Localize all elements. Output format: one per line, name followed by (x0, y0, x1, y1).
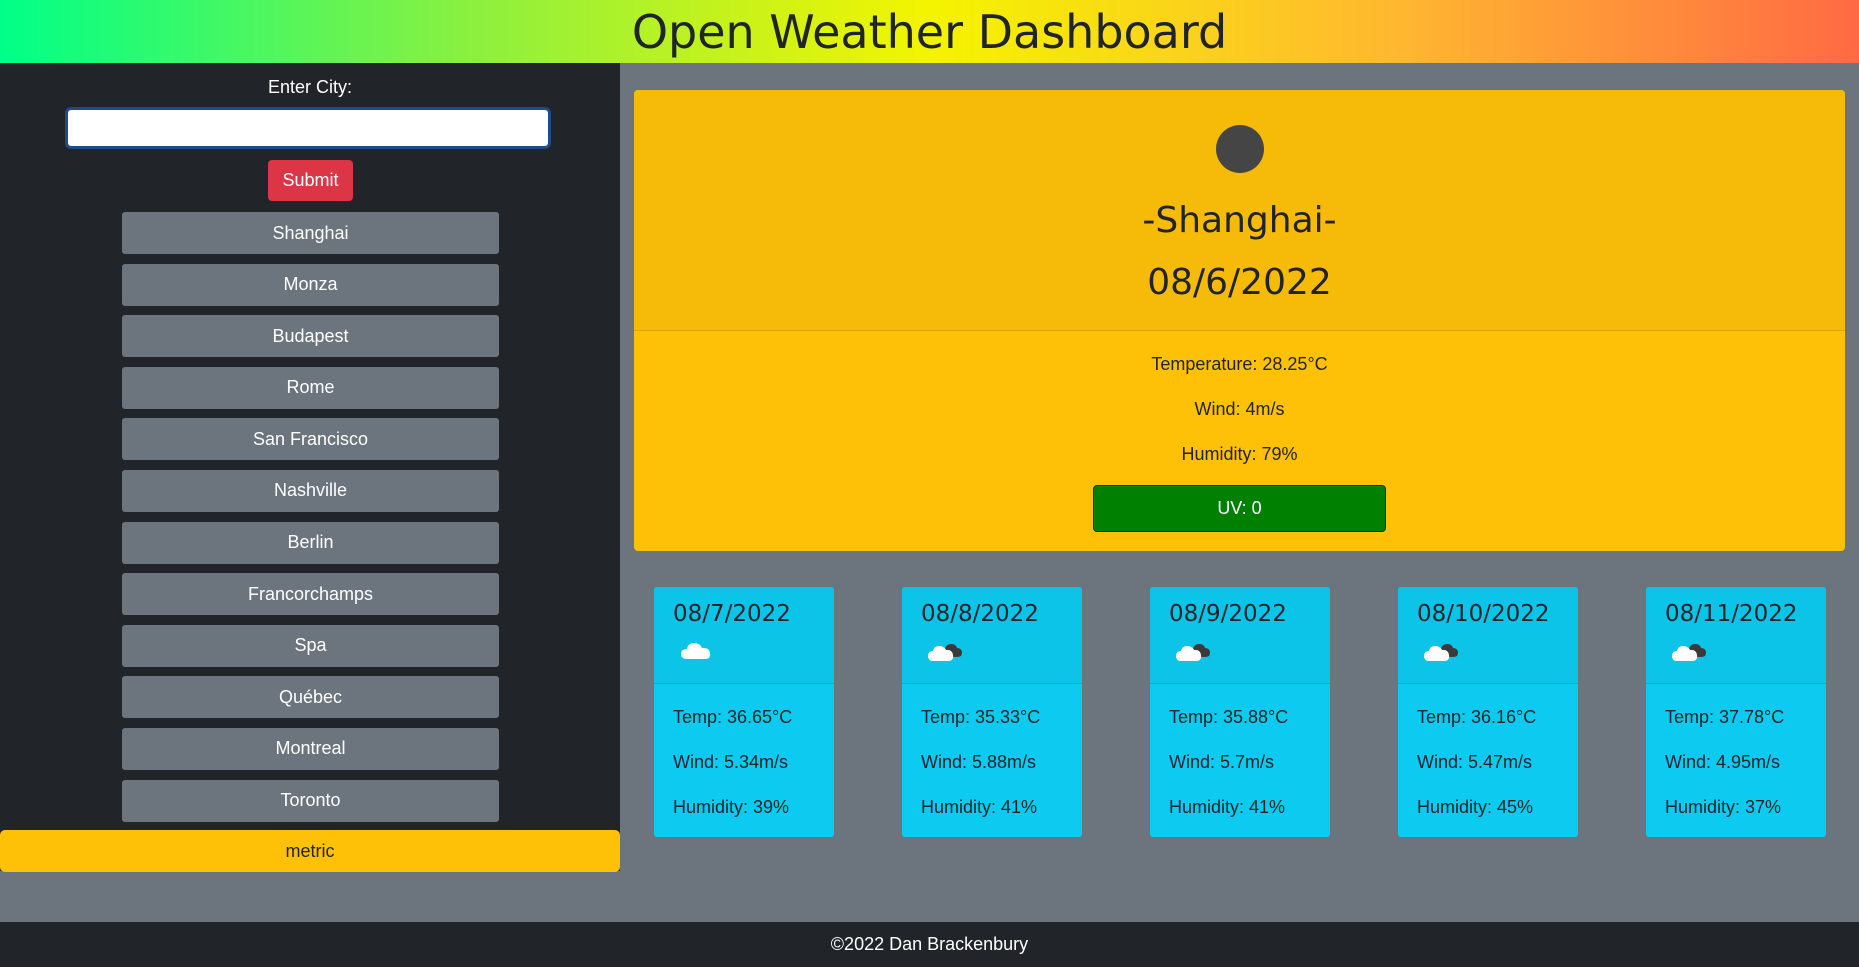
sidebar: Enter City: Submit Shanghai Monza Budape… (0, 63, 620, 872)
forecast-temp: Temp: 35.88°C (1169, 707, 1289, 727)
forecast-card: 08/11/2022 Temp: 37.78°C Wind: 4.95m/s H… (1646, 587, 1826, 837)
uv-index-badge: UV: 0 (1093, 485, 1386, 532)
forecast-card-header: 08/8/2022 (902, 587, 1082, 684)
current-humidity: Humidity: 79% (1181, 444, 1298, 464)
forecast-date: 08/8/2022 (921, 601, 1039, 627)
current-city-name: -Shanghai- (1142, 200, 1337, 241)
cloud-icon (681, 643, 711, 659)
history-city-button[interactable]: Toronto (122, 779, 499, 822)
forecast-temp: Temp: 35.33°C (921, 707, 1041, 727)
history-city-button[interactable]: Spa (122, 624, 499, 667)
page-title: Open Weather Dashboard (631, 4, 1228, 59)
page-header: Open Weather Dashboard (0, 0, 1859, 63)
forecast-card-header: 08/9/2022 (1150, 587, 1330, 684)
history-city-button[interactable]: Nashville (122, 469, 499, 512)
forecast-date: 08/9/2022 (1169, 601, 1287, 627)
forecast-wind: Wind: 5.7m/s (1169, 752, 1275, 772)
forecast-card: 08/10/2022 Temp: 36.16°C Wind: 5.47m/s H… (1398, 587, 1578, 837)
city-input-label: Enter City: (267, 77, 353, 97)
broken-clouds-icon (928, 644, 962, 661)
current-temperature: Temperature: 28.25°C (1151, 354, 1328, 374)
search-history-list: Shanghai Monza Budapest Rome San Francis… (122, 212, 499, 831)
forecast-date: 08/10/2022 (1417, 601, 1550, 627)
history-city-button[interactable]: Francorchamps (122, 573, 499, 616)
forecast-date: 08/11/2022 (1665, 601, 1798, 627)
forecast-wind: Wind: 5.88m/s (921, 752, 1037, 772)
history-city-button[interactable]: Montreal (122, 727, 499, 770)
forecast-temp: Temp: 36.16°C (1417, 707, 1537, 727)
history-city-button[interactable]: San Francisco (122, 418, 499, 461)
forecast-temp: Temp: 36.65°C (673, 707, 793, 727)
forecast-humidity: Humidity: 41% (921, 797, 1038, 817)
forecast-wind: Wind: 5.34m/s (673, 752, 789, 772)
page-footer: ©2022 Dan Brackenbury (0, 922, 1859, 967)
forecast-humidity: Humidity: 41% (1169, 797, 1286, 817)
current-wind: Wind: 4m/s (1194, 399, 1285, 419)
forecast-card-header: 08/7/2022 (654, 587, 834, 684)
submit-button[interactable]: Submit (268, 160, 353, 201)
current-weather-header: -Shanghai- 08/6/2022 (634, 90, 1845, 331)
forecast-temp: Temp: 37.78°C (1665, 707, 1785, 727)
weather-icon (1216, 125, 1264, 173)
forecast-wind: Wind: 5.47m/s (1417, 752, 1533, 772)
current-date: 08/6/2022 (1147, 262, 1332, 303)
history-city-button[interactable]: Rome (122, 366, 499, 409)
history-city-button[interactable]: Monza (122, 263, 499, 306)
forecast-card: 08/8/2022 Temp: 35.33°C Wind: 5.88m/s Hu… (902, 587, 1082, 837)
forecast-card: 08/9/2022 Temp: 35.88°C Wind: 5.7m/s Hum… (1150, 587, 1330, 837)
forecast-date: 08/7/2022 (673, 601, 791, 627)
unit-toggle-button[interactable]: metric (0, 830, 620, 872)
broken-clouds-icon (1176, 644, 1210, 661)
history-city-button[interactable]: Berlin (122, 521, 499, 564)
forecast-card-header: 08/10/2022 (1398, 587, 1578, 684)
history-city-button[interactable]: Shanghai (122, 212, 499, 254)
forecast-humidity: Humidity: 45% (1417, 797, 1534, 817)
forecast-card: 08/7/2022 Temp: 36.65°C Wind: 5.34m/s Hu… (654, 587, 834, 837)
footer-copyright: ©2022 Dan Brackenbury (830, 934, 1029, 954)
city-search-input[interactable] (65, 107, 551, 149)
broken-clouds-icon (1672, 644, 1706, 661)
history-city-button[interactable]: Budapest (122, 315, 499, 358)
forecast-humidity: Humidity: 39% (673, 797, 790, 817)
forecast-card-header: 08/11/2022 (1646, 587, 1826, 684)
broken-clouds-icon (1424, 644, 1458, 661)
forecast-humidity: Humidity: 37% (1665, 797, 1782, 817)
history-city-button[interactable]: Québec (122, 676, 499, 719)
forecast-wind: Wind: 4.95m/s (1665, 752, 1781, 772)
current-weather-card: -Shanghai- 08/6/2022 Temperature: 28.25°… (634, 90, 1845, 551)
